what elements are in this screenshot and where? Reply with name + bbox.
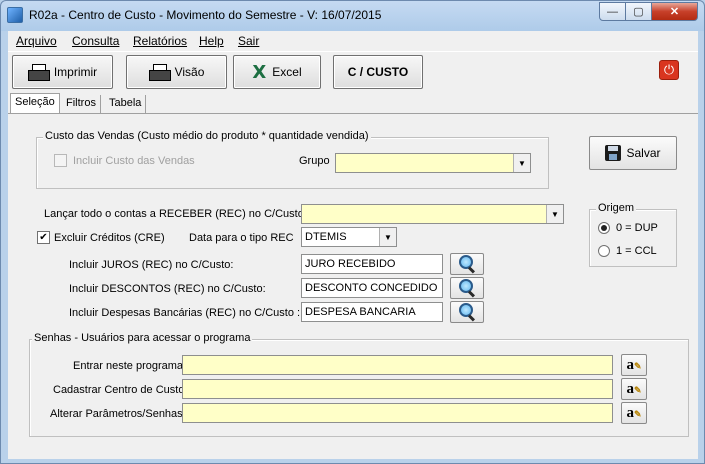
juros-search-button[interactable] [450,253,484,275]
power-icon: ⏻ [663,62,675,77]
salvar-button[interactable]: Salvar [589,136,677,170]
tab-strip: Seleção Filtros Tabela [8,93,698,113]
save-icon [605,145,622,161]
senha-field-alterar[interactable] [182,403,613,423]
menu-bar: Arquivo Consulta Relatórios Help Sair [8,31,698,51]
close-icon: ✕ [669,6,680,18]
app-icon [7,7,23,23]
despesas-search-button[interactable] [450,301,484,323]
maximize-button[interactable]: ▢ [626,2,652,21]
selecao-panel: Custo das Vendas (Custo médio do produto… [8,113,698,459]
edit-icon: a✎ [626,380,642,397]
despesas-value: DESPESA BANCARIA [305,306,416,318]
menu-consulta[interactable]: Consulta [72,34,119,48]
edit-button-alterar[interactable]: a✎ [621,402,647,424]
receber-select[interactable]: ▼ [301,204,564,224]
excluir-creditos-label: Excluir Créditos (CRE) [54,232,165,244]
client-area: Arquivo Consulta Relatórios Help Sair Im… [8,31,698,459]
grupo-label: Grupo [299,155,330,167]
menu-arquivo[interactable]: Arquivo [16,34,57,48]
juros-field[interactable]: JURO RECEBIDO [301,254,443,274]
window-controls: — ▢ ✕ [599,2,698,21]
descontos-search-button[interactable] [450,277,484,299]
visao-label: Visão [174,65,205,79]
despesas-field[interactable]: DESPESA BANCARIA [301,302,443,322]
edit-button-entrar[interactable]: a✎ [621,354,647,376]
excel-button[interactable]: X Excel [233,55,321,89]
excel-label: Excel [272,65,302,79]
tab-filtros[interactable]: Filtros [62,95,101,113]
excluir-creditos-checkbox[interactable]: ✔ [37,231,50,244]
juros-label: Incluir JUROS (REC) no C/Custo: [69,259,234,271]
senha-field-entrar[interactable] [182,355,613,375]
despesas-label: Incluir Despesas Bancárias (REC) no C/Cu… [69,307,301,319]
descontos-field[interactable]: DESCONTO CONCEDIDO [301,278,443,298]
app-window: R02a - Centro de Custo - Movimento do Se… [0,0,705,464]
search-icon [458,255,476,273]
senha-label-entrar: Entrar neste programa [73,360,184,372]
tab-tabela[interactable]: Tabela [105,95,147,113]
ccusto-button[interactable]: C / CUSTO [333,55,423,89]
senha-field-cadastrar[interactable] [182,379,613,399]
edit-icon: a✎ [626,356,642,373]
data-tipo-rec-value: DTEMIS [305,231,347,243]
edit-button-cadastrar[interactable]: a✎ [621,378,647,400]
salvar-label: Salvar [626,146,661,160]
chevron-down-icon[interactable]: ▼ [513,154,530,172]
printer-icon [27,64,50,81]
maximize-icon: ▢ [633,6,644,18]
custo-vendas-title: Custo das Vendas (Custo médio do produto… [43,130,371,142]
grupo-select[interactable]: ▼ [335,153,531,173]
custo-vendas-group: Custo das Vendas (Custo médio do produto… [36,130,549,189]
imprimir-label: Imprimir [53,65,98,79]
origem-radio-dup[interactable] [598,222,610,234]
origem-label-dup: 0 = DUP [616,222,658,234]
descontos-label: Incluir DESCONTOS (REC) no C/Custo: [69,283,266,295]
visao-button[interactable]: Visão [126,55,227,89]
data-tipo-rec-select[interactable]: DTEMIS ▼ [301,227,397,247]
incluir-custo-checkbox[interactable] [54,154,67,167]
preview-icon [148,64,171,81]
origem-title: Origem [596,202,637,214]
senha-label-alterar: Alterar Parâmetros/Senhas [50,408,183,420]
toolbar: Imprimir Visão X Excel C / CUSTO ⏻ [8,51,698,93]
menu-relatorios[interactable]: Relatórios [133,34,187,48]
window-title: R02a - Centro de Custo - Movimento do Se… [29,8,382,22]
chevron-down-icon[interactable]: ▼ [379,228,396,246]
search-icon [458,303,476,321]
menu-sair[interactable]: Sair [238,34,259,48]
power-button[interactable]: ⏻ [659,60,679,80]
tab-selecao[interactable]: Seleção [10,93,60,113]
imprimir-button[interactable]: Imprimir [12,55,113,89]
receber-label: Lançar todo o contas a RECEBER (REC) no … [44,208,304,220]
senhas-title: Senhas - Usuários para acessar o program… [32,332,253,344]
descontos-value: DESCONTO CONCEDIDO [305,282,438,294]
title-bar[interactable]: R02a - Centro de Custo - Movimento do Se… [1,1,704,31]
origem-radio-ccl[interactable] [598,245,610,257]
senhas-group: Senhas - Usuários para acessar o program… [29,332,689,437]
incluir-custo-label: Incluir Custo das Vendas [73,155,195,167]
chevron-down-icon[interactable]: ▼ [546,205,563,223]
minimize-icon: — [607,5,618,18]
data-tipo-rec-label: Data para o tipo REC [189,232,294,244]
ccusto-label: C / CUSTO [347,65,409,79]
origem-group: Origem 0 = DUP 1 = CCL [589,202,677,267]
close-button[interactable]: ✕ [652,2,698,21]
excel-icon: X [252,61,267,83]
menu-help[interactable]: Help [199,34,224,48]
juros-value: JURO RECEBIDO [305,258,396,270]
minimize-button[interactable]: — [599,2,626,21]
origem-label-ccl: 1 = CCL [616,245,657,257]
senha-label-cadastrar: Cadastrar Centro de Custo [53,384,185,396]
edit-icon: a✎ [626,404,642,421]
search-icon [458,279,476,297]
